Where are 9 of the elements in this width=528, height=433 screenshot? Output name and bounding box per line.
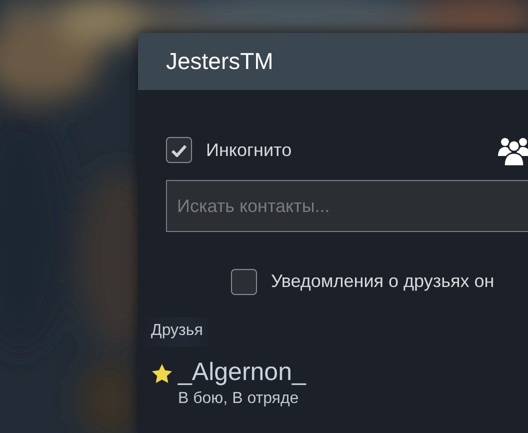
friend-name[interactable]: _Algernon_ [178,359,306,386]
friend-status: В бою, В отряде [178,388,300,408]
notifications-checkbox[interactable] [231,268,257,294]
window-title: JestersTM [166,47,274,76]
incognito-checkbox[interactable] [166,137,192,163]
search-field[interactable]: Искать контакты... [166,180,528,232]
notifications-label: Уведомления о друзьях он [271,270,494,293]
incognito-label: Инкогнито [206,138,292,162]
checkmark-icon [171,144,187,156]
